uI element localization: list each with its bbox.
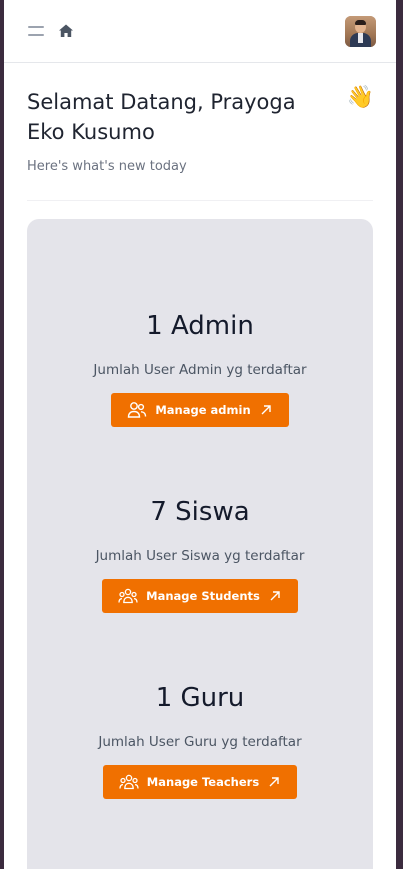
stat-value: 7 Siswa: [150, 497, 250, 527]
app-window: Selamat Datang, Prayoga Eko Kusumo 👋 Her…: [4, 0, 396, 869]
hamburger-menu-icon[interactable]: [28, 26, 44, 36]
stats-card: 1 Admin Jumlah User Admin yg terdaftar M…: [27, 219, 373, 869]
top-bar: [4, 0, 396, 63]
button-label: Manage Teachers: [146, 775, 260, 789]
users-group-icon: [119, 774, 139, 790]
home-icon[interactable]: [58, 23, 74, 39]
users-icon: [128, 402, 147, 418]
arrow-up-right-icon: [270, 591, 280, 601]
waving-hand-emoji: 👋: [346, 85, 374, 110]
button-label: Manage Students: [146, 589, 260, 603]
stat-value: 1 Admin: [146, 311, 254, 341]
greeting-section: Selamat Datang, Prayoga Eko Kusumo 👋 Her…: [4, 63, 396, 174]
users-group-icon: [118, 588, 138, 604]
stat-admin: 1 Admin Jumlah User Admin yg terdaftar M…: [27, 309, 373, 427]
page-title: Selamat Datang, Prayoga Eko Kusumo: [27, 90, 296, 144]
manage-students-button[interactable]: Manage Students: [102, 579, 298, 613]
page-subtitle: Here's what's new today: [27, 159, 187, 174]
arrow-up-right-icon: [261, 405, 271, 415]
divider: [27, 200, 373, 201]
manage-admin-button[interactable]: Manage admin: [111, 393, 289, 427]
user-avatar[interactable]: [345, 15, 376, 47]
stat-description: Jumlah User Siswa yg terdaftar: [95, 548, 305, 564]
stat-students: 7 Siswa Jumlah User Siswa yg terdaftar M…: [27, 495, 373, 613]
stat-teachers: 1 Guru Jumlah User Guru yg terdaftar Man…: [27, 681, 373, 799]
manage-teachers-button[interactable]: Manage Teachers: [102, 765, 298, 799]
stat-description: Jumlah User Admin yg terdaftar: [93, 362, 307, 378]
stat-value: 1 Guru: [155, 683, 245, 713]
stat-description: Jumlah User Guru yg terdaftar: [98, 734, 302, 750]
arrow-up-right-icon: [269, 777, 279, 787]
button-label: Manage admin: [155, 403, 251, 417]
